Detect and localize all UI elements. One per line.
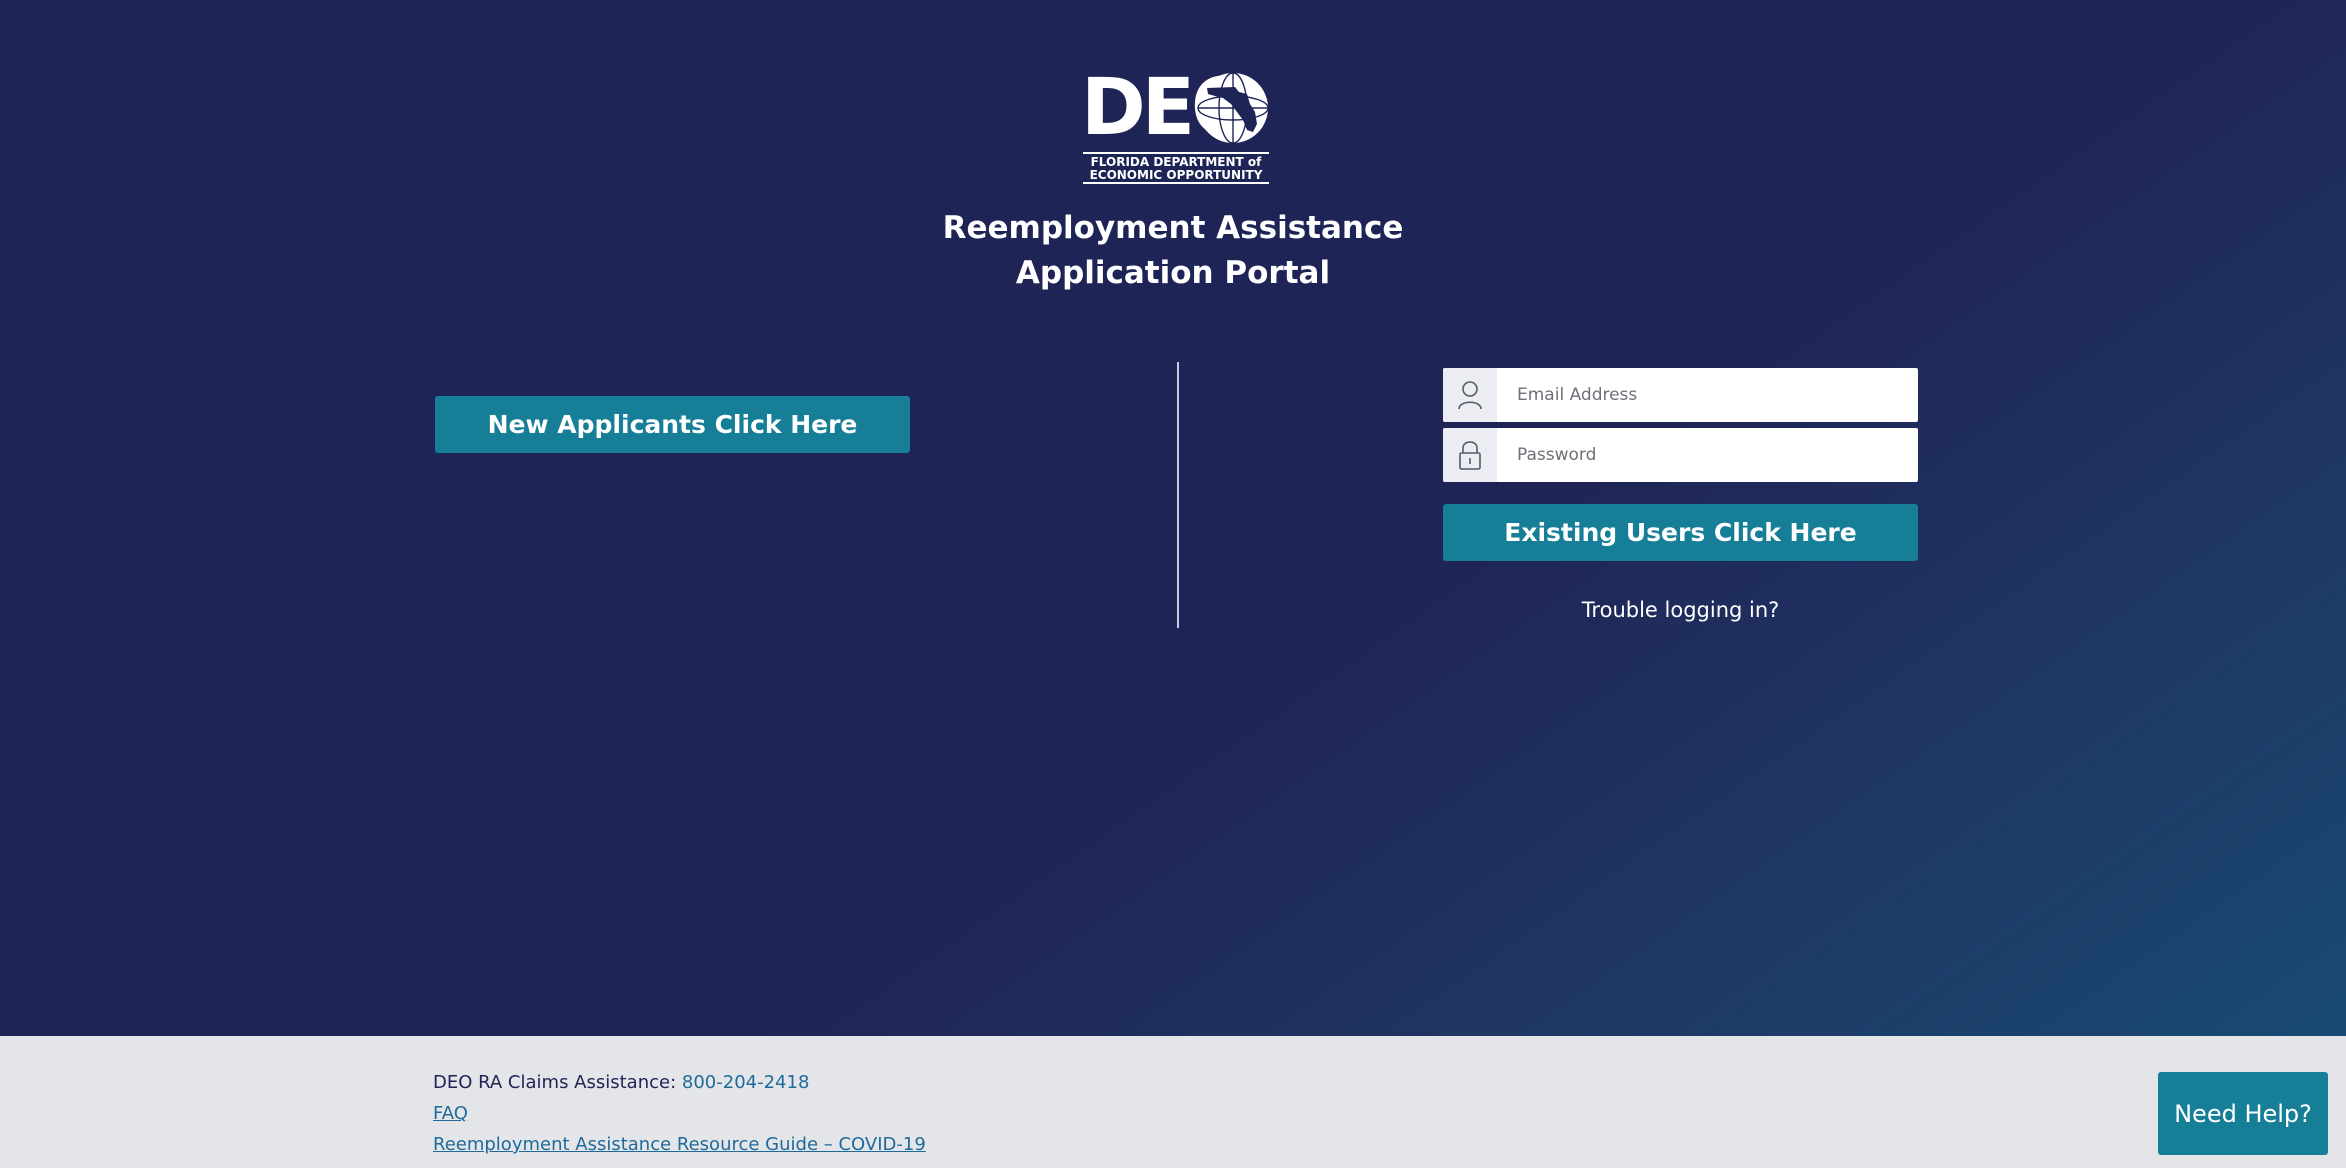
need-help-button[interactable]: Need Help?	[2158, 1072, 2328, 1155]
logo-subtitle-line1: FLORIDA DEPARTMENT of	[1090, 155, 1262, 169]
logo-rule	[1083, 182, 1269, 184]
florida-globe-icon	[1197, 72, 1269, 144]
existing-users-button[interactable]: Existing Users Click Here	[1443, 504, 1918, 561]
claims-assistance-label: DEO RA Claims Assistance:	[433, 1072, 677, 1093]
new-applicants-button[interactable]: New Applicants Click Here	[435, 396, 910, 453]
footer: DEO RA Claims Assistance: 800-204-2418 F…	[0, 1036, 2346, 1168]
password-field-container	[1443, 428, 1918, 482]
page-title-line1: Reemployment Assistance	[942, 210, 1404, 246]
hero-section: DEO FLORIDA DEPARTMENT of ECONOMIC OPPOR…	[0, 0, 2346, 1036]
page-title: Reemployment Assistance Application Port…	[873, 206, 1473, 296]
lock-icon	[1443, 428, 1497, 482]
logo-subtitle-line2: ECONOMIC OPPORTUNITY	[1089, 168, 1263, 182]
faq-link[interactable]: FAQ	[433, 1103, 468, 1124]
claims-assistance-line: DEO RA Claims Assistance: 800-204-2418	[433, 1072, 809, 1093]
password-input[interactable]	[1497, 428, 1918, 482]
page-title-line2: Application Portal	[1015, 255, 1331, 291]
deo-logo: DEO FLORIDA DEPARTMENT of ECONOMIC OPPOR…	[1081, 68, 1271, 184]
resource-guide-link[interactable]: Reemployment Assistance Resource Guide –…	[433, 1134, 926, 1155]
user-icon	[1443, 368, 1497, 422]
claims-phone-number[interactable]: 800-204-2418	[682, 1072, 810, 1093]
email-field-container	[1443, 368, 1918, 422]
email-input[interactable]	[1497, 368, 1918, 422]
logo-rule	[1083, 152, 1269, 154]
vertical-divider	[1177, 362, 1179, 628]
trouble-logging-in-link[interactable]: Trouble logging in?	[1443, 598, 1918, 622]
